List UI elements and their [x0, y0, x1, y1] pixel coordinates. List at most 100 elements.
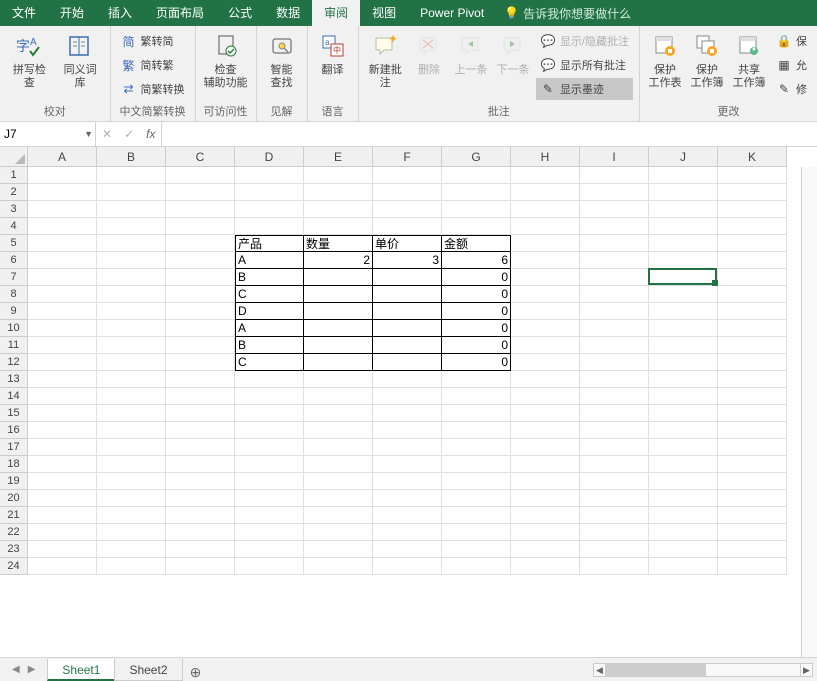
cell[interactable]	[28, 354, 97, 371]
cell[interactable]	[28, 269, 97, 286]
cell[interactable]	[511, 371, 580, 388]
cell[interactable]	[649, 405, 718, 422]
col-header-A[interactable]: A	[28, 147, 97, 167]
cell[interactable]	[97, 354, 166, 371]
cell[interactable]	[649, 541, 718, 558]
cell[interactable]	[649, 456, 718, 473]
cell[interactable]	[166, 558, 235, 575]
cell[interactable]	[166, 507, 235, 524]
cell[interactable]	[718, 218, 787, 235]
cell[interactable]	[511, 490, 580, 507]
cell[interactable]	[442, 371, 511, 388]
cell[interactable]	[718, 371, 787, 388]
row-header-9[interactable]: 9	[0, 303, 28, 320]
protect-sheet-button[interactable]: 保护 工作表	[644, 28, 686, 92]
cell[interactable]	[511, 303, 580, 320]
cell[interactable]	[235, 422, 304, 439]
cell[interactable]	[580, 422, 649, 439]
cell[interactable]	[373, 167, 442, 184]
sheet-tab-2[interactable]: Sheet2	[114, 659, 182, 681]
sheet-nav-next-icon[interactable]: ▶	[28, 664, 36, 675]
cell[interactable]	[235, 490, 304, 507]
col-header-F[interactable]: F	[373, 147, 442, 167]
cell[interactable]	[304, 201, 373, 218]
cell[interactable]	[235, 184, 304, 201]
cell[interactable]	[28, 558, 97, 575]
cell[interactable]	[580, 184, 649, 201]
formula-input[interactable]	[162, 122, 817, 146]
tab-data[interactable]: 数据	[264, 0, 312, 26]
cell[interactable]	[166, 422, 235, 439]
table-cell[interactable]: B	[235, 337, 304, 354]
cell[interactable]	[649, 490, 718, 507]
cell[interactable]	[511, 405, 580, 422]
cell[interactable]	[304, 167, 373, 184]
cell[interactable]	[511, 439, 580, 456]
cell[interactable]	[97, 337, 166, 354]
cell[interactable]	[97, 269, 166, 286]
table-cell[interactable]: 6	[442, 252, 511, 269]
cell[interactable]	[649, 354, 718, 371]
table-cell[interactable]: C	[235, 286, 304, 303]
tab-powerpivot[interactable]: Power Pivot	[408, 0, 496, 26]
cell[interactable]	[580, 388, 649, 405]
cell[interactable]	[373, 371, 442, 388]
cell[interactable]	[235, 167, 304, 184]
col-header-J[interactable]: J	[649, 147, 718, 167]
col-header-B[interactable]: B	[97, 147, 166, 167]
table-cell[interactable]: 0	[442, 286, 511, 303]
cell[interactable]	[649, 184, 718, 201]
cell[interactable]	[166, 371, 235, 388]
add-sheet-button[interactable]: ⊕	[182, 664, 210, 681]
cell[interactable]	[97, 524, 166, 541]
cell[interactable]	[166, 456, 235, 473]
tab-layout[interactable]: 页面布局	[144, 0, 216, 26]
cell[interactable]	[235, 439, 304, 456]
col-header-G[interactable]: G	[442, 147, 511, 167]
cell[interactable]	[442, 541, 511, 558]
cell[interactable]	[28, 439, 97, 456]
table-cell[interactable]: A	[235, 252, 304, 269]
cell[interactable]	[442, 473, 511, 490]
cell[interactable]	[373, 490, 442, 507]
cell[interactable]	[28, 303, 97, 320]
cell[interactable]	[649, 167, 718, 184]
cell[interactable]	[373, 184, 442, 201]
cell[interactable]	[166, 184, 235, 201]
cell[interactable]	[304, 541, 373, 558]
cell[interactable]	[718, 456, 787, 473]
cell[interactable]	[511, 558, 580, 575]
cell[interactable]	[166, 320, 235, 337]
cell[interactable]	[511, 320, 580, 337]
table-cell[interactable]: 0	[442, 303, 511, 320]
cell[interactable]	[649, 473, 718, 490]
cell[interactable]	[718, 541, 787, 558]
cell[interactable]	[373, 201, 442, 218]
cell[interactable]	[235, 201, 304, 218]
cell[interactable]	[580, 354, 649, 371]
row-header-1[interactable]: 1	[0, 167, 28, 184]
row-header-11[interactable]: 11	[0, 337, 28, 354]
cell[interactable]	[649, 388, 718, 405]
cell[interactable]	[28, 184, 97, 201]
tell-me[interactable]: 💡 告诉我你想要做什么	[504, 5, 631, 22]
cell[interactable]	[28, 286, 97, 303]
tab-file[interactable]: 文件	[0, 0, 48, 26]
cell[interactable]	[373, 541, 442, 558]
table-header[interactable]: 数量	[304, 235, 373, 252]
cell[interactable]	[373, 439, 442, 456]
cell[interactable]	[580, 269, 649, 286]
cell[interactable]	[28, 371, 97, 388]
chevron-down-icon[interactable]: ▼	[84, 129, 93, 139]
allow-ranges-button[interactable]: ▦允	[772, 54, 811, 76]
sheet-nav-prev-icon[interactable]: ◀	[12, 664, 20, 675]
tab-home[interactable]: 开始	[48, 0, 96, 26]
cell[interactable]	[580, 337, 649, 354]
cell[interactable]	[373, 218, 442, 235]
table-cell[interactable]	[373, 286, 442, 303]
tab-formulas[interactable]: 公式	[216, 0, 264, 26]
cell[interactable]	[511, 201, 580, 218]
cell[interactable]	[649, 320, 718, 337]
simp-to-trad-button[interactable]: 繁简转繁	[117, 54, 189, 76]
cell[interactable]	[373, 405, 442, 422]
